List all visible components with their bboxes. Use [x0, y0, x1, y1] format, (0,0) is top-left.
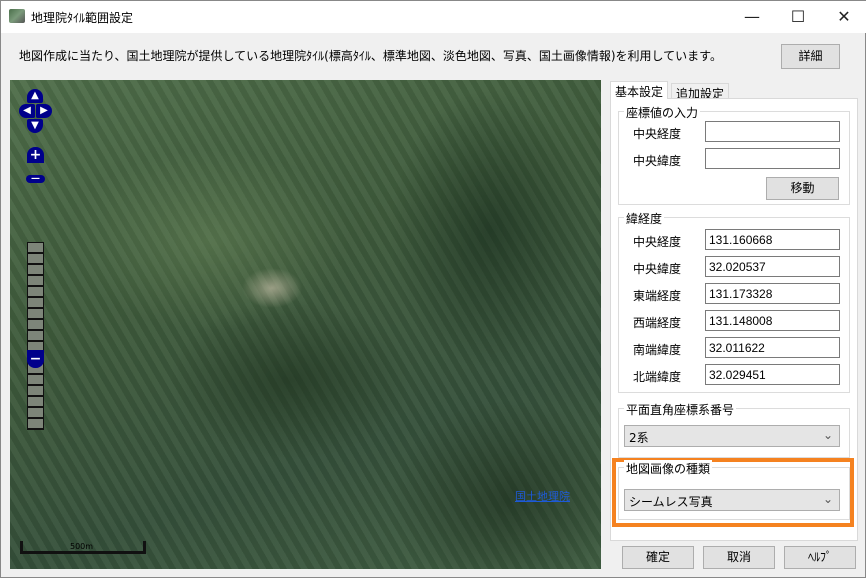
latlon-label: 南端緯度 — [633, 343, 682, 357]
zoom-slider[interactable] — [27, 242, 44, 430]
pan-right-icon[interactable]: ▶ — [36, 104, 52, 118]
zoom-slider-handle[interactable]: — — [26, 175, 45, 184]
center-lat-field[interactable] — [705, 256, 840, 277]
latlon-label: 北端緯度 — [633, 370, 682, 384]
coord-input-group: 座標値の入力 中央経度 中央緯度 移動 — [618, 104, 850, 205]
gsi-credit-link[interactable]: 国土地理院 — [515, 490, 570, 504]
move-button[interactable]: 移動 — [766, 177, 839, 200]
settings-panel: 座標値の入力 中央経度 中央緯度 移動 緯経度 中央経度 中央緯度 東端経度 西… — [610, 98, 858, 541]
pan-up-icon[interactable]: ▲ — [27, 89, 43, 103]
maximize-button[interactable]: ☐ — [775, 1, 821, 33]
center-lat-label: 中央緯度 — [633, 154, 682, 168]
pan-down-icon[interactable]: ▼ — [27, 119, 43, 133]
center-lon-label: 中央経度 — [633, 127, 682, 141]
group-title: 地図画像の種類 — [624, 460, 713, 477]
cancel-button[interactable]: 取消 — [703, 546, 775, 569]
group-title: 座標値の入力 — [624, 104, 701, 121]
app-icon — [9, 9, 25, 23]
plane-coord-select[interactable]: 2系 ⌄ — [624, 425, 840, 447]
latlon-label: 東端経度 — [633, 289, 682, 303]
zoom-in-button[interactable]: + — [27, 147, 44, 163]
group-title: 緯経度 — [624, 210, 665, 227]
group-title: 平面直角座標系番号 — [624, 401, 737, 418]
latlon-label: 中央経度 — [633, 235, 682, 249]
chevron-down-icon: ⌄ — [822, 428, 833, 442]
title-bar: 地理院ﾀｲﾙ範囲設定 — ☐ ✕ — [1, 1, 866, 33]
east-lon-field[interactable] — [705, 283, 840, 304]
center-lon-field[interactable] — [705, 229, 840, 250]
scale-label: 500m — [70, 542, 94, 551]
image-type-select[interactable]: シームレス写真 ⌄ — [624, 489, 840, 511]
selected-value: シームレス写真 — [629, 495, 713, 509]
west-lon-field[interactable] — [705, 310, 840, 331]
description-text: 地図作成に当たり、国土地理院が提供している地理院ﾀｲﾙ(標高ﾀｲﾙ、標準地図、淡… — [19, 49, 722, 63]
latlon-label: 西端経度 — [633, 316, 682, 330]
south-lat-field[interactable] — [705, 337, 840, 358]
map-view[interactable]: ▲ ◀ ▶ ▼ + — − 国土地理院 500m — [10, 80, 601, 569]
pan-left-icon[interactable]: ◀ — [19, 104, 35, 118]
center-lat-input[interactable] — [705, 148, 840, 169]
zoom-out-button[interactable]: − — [27, 350, 44, 368]
image-type-group: 地図画像の種類 シームレス写真 ⌄ — [618, 460, 850, 520]
help-button[interactable]: ﾍﾙﾌﾟ — [784, 546, 856, 569]
details-button[interactable]: 詳細 — [781, 44, 840, 69]
latlon-label: 中央緯度 — [633, 262, 682, 276]
center-lon-input[interactable] — [705, 121, 840, 142]
tab-basic-settings[interactable]: 基本設定 — [610, 81, 669, 99]
latlon-group: 緯経度 中央経度 中央緯度 東端経度 西端経度 南端緯度 北端緯度 — [618, 210, 850, 393]
chevron-down-icon: ⌄ — [822, 492, 833, 506]
tab-additional-settings[interactable]: 追加設定 — [671, 83, 730, 101]
selected-value: 2系 — [629, 431, 649, 445]
north-lat-field[interactable] — [705, 364, 840, 385]
close-button[interactable]: ✕ — [821, 1, 866, 33]
plane-coord-group: 平面直角座標系番号 2系 ⌄ — [618, 401, 850, 458]
window-title: 地理院ﾀｲﾙ範囲設定 — [31, 11, 134, 25]
minimize-button[interactable]: — — [729, 1, 775, 33]
ok-button[interactable]: 確定 — [622, 546, 694, 569]
